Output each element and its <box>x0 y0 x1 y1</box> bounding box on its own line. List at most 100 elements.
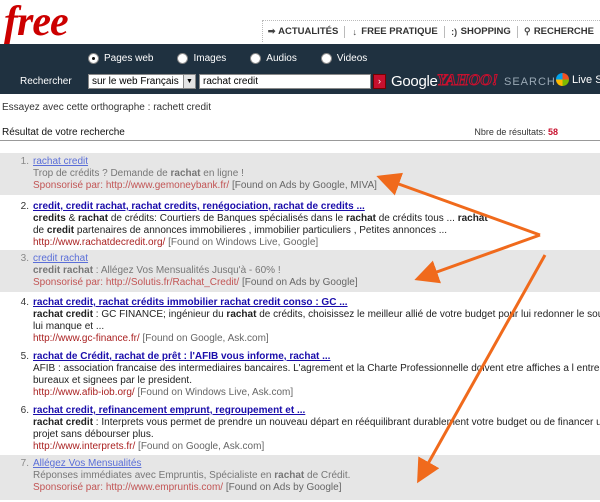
nav-divider <box>443 25 445 38</box>
result-number: 3. <box>20 253 29 264</box>
scope-value: sur le web Français <box>92 76 179 87</box>
result-meta: http://www.gc-finance.fr/ [Found on Goog… <box>33 333 600 345</box>
nav-label: FREE PRATIQUE <box>361 26 438 37</box>
nav-recherche[interactable]: ⚲ RECHERCHE <box>523 26 594 37</box>
nav-actualites[interactable]: ➡ ACTUALITÉS <box>267 26 338 37</box>
result-snippet: AFIB : association francaise des interme… <box>33 363 600 374</box>
result-source: [Found on Ads by Google] <box>225 482 342 493</box>
radio-dot-selected[interactable] <box>88 53 99 64</box>
result-url[interactable]: http://www.gc-finance.fr/ <box>33 333 140 344</box>
nav-free-pratique[interactable]: ↓ FREE PRATIQUE <box>350 26 438 37</box>
result-url[interactable]: Sponsorisé par: http://www.empruntis.com… <box>33 482 223 493</box>
result-number: 6. <box>20 405 29 416</box>
result-title-link[interactable]: credit rachat <box>33 253 600 265</box>
result-meta: Sponsorisé par: http://Solutis.fr/Rachat… <box>33 277 600 289</box>
nav-label: SHOPPING <box>460 26 511 37</box>
nav-shopping[interactable]: :) SHOPPING <box>450 26 511 37</box>
smiley-icon: :) <box>451 26 458 37</box>
search-input[interactable]: rachat credit <box>199 74 371 89</box>
search-type-radios: Pages web Images Audios Videos <box>88 53 391 64</box>
result-item: 7. Allégez Vos Mensualités Réponses immé… <box>0 455 600 500</box>
result-item: 1. rachat credit Trop de crédits ? Deman… <box>0 153 600 195</box>
result-title-link[interactable]: Allégez Vos Mensualités <box>33 458 600 470</box>
result-url[interactable]: Sponsorisé par: http://www.gemoneybank.f… <box>33 180 229 191</box>
result-snippet: Réponses immédiates avec Empruntis, Spéc… <box>33 470 351 481</box>
results-title: Résultat de votre recherche <box>2 127 125 138</box>
result-meta: Sponsorisé par: http://www.empruntis.com… <box>33 482 600 494</box>
radio-pages-web[interactable]: Pages web <box>88 53 153 64</box>
result-meta: http://www.rachatdecredit.org/ [Found on… <box>33 237 600 249</box>
result-url[interactable]: http://www.rachatdecredit.org/ <box>33 237 165 248</box>
search-label: Rechercher <box>20 76 72 87</box>
result-title-link[interactable]: rachat credit <box>33 156 600 168</box>
google-logo[interactable]: Google <box>391 73 438 90</box>
results-count: Nbre de résultats: 58 <box>474 127 558 137</box>
pin-icon: ⚲ <box>524 26 531 36</box>
result-source: [Found on Ads by Google, MIVA] <box>232 180 377 191</box>
results-count-value: 58 <box>547 127 558 137</box>
chevron-down-icon[interactable]: ▼ <box>183 75 195 88</box>
result-number: 4. <box>20 297 29 308</box>
result-item: 3. credit rachat credit rachat : Allégez… <box>0 250 600 292</box>
result-number: 7. <box>20 458 29 469</box>
result-url[interactable]: http://www.afib-iob.org/ <box>33 387 135 398</box>
result-source: [Found on Windows Live, Google] <box>168 237 319 248</box>
results-count-label: Nbre de résultats: <box>474 127 546 137</box>
result-snippet: rachat credit : Interprets vous permet d… <box>33 417 600 428</box>
free-logo[interactable]: free <box>4 0 69 46</box>
result-source: [Found on Google, Ask.com] <box>138 441 265 452</box>
result-source: [Found on Ads by Google] <box>242 277 358 288</box>
nav-divider <box>344 25 346 38</box>
result-snippet: bureaux et signees par le president. <box>33 375 192 386</box>
result-snippet: credit rachat : Allégez Vos Mensualités … <box>33 265 281 276</box>
radio-dot[interactable] <box>250 53 262 64</box>
radio-images[interactable]: Images <box>177 53 226 64</box>
nav-label: RECHERCHE <box>533 26 594 37</box>
result-snippet: lui manque et ... <box>33 321 105 332</box>
nav-divider <box>516 25 518 38</box>
result-snippet: Trop de crédits ? Demande de rachat en l… <box>33 168 244 179</box>
result-body: credit rachat credit rachat : Allégez Vo… <box>33 253 600 289</box>
result-url[interactable]: http://www.interprets.fr/ <box>33 441 135 452</box>
arrow-down-icon: ↓ <box>352 26 358 37</box>
result-body: rachat credit Trop de crédits ? Demande … <box>33 156 600 192</box>
live-label: Live Se <box>572 73 600 86</box>
search-go-button[interactable]: › <box>373 74 386 89</box>
radio-videos[interactable]: Videos <box>320 53 368 64</box>
result-item: 4. rachat credit, rachat crédits immobil… <box>0 294 600 346</box>
result-title-link[interactable]: rachat credit, rachat crédits immobilier… <box>33 297 600 309</box>
header: free ➡ ACTUALITÉS ↓ FREE PRATIQUE :) SHO… <box>0 0 600 46</box>
radio-dot[interactable] <box>320 53 332 64</box>
result-snippet: rachat credit : GC FINANCE; ingénieur du… <box>33 309 600 320</box>
result-body: rachat credit, rachat crédits immobilier… <box>33 297 600 345</box>
result-snippet: credits & rachat de crédits: Courtiers d… <box>33 213 488 224</box>
result-snippet: de credit partenaires de annonces immobi… <box>33 225 448 236</box>
result-body: rachat de Crédit, rachat de prêt : l'AFI… <box>33 351 600 399</box>
radio-audios[interactable]: Audios <box>250 53 297 64</box>
result-title-link[interactable]: credit, credit rachat, rachat credits, r… <box>33 201 600 213</box>
result-title-link[interactable]: rachat credit, refinancement emprunt, re… <box>33 405 600 417</box>
search-bar: Pages web Images Audios Videos Recherche… <box>0 44 600 94</box>
result-body: credit, credit rachat, rachat credits, r… <box>33 201 600 249</box>
arrow-right-icon: ➡ <box>267 26 276 36</box>
result-body: Allégez Vos Mensualités Réponses immédia… <box>33 458 600 494</box>
scope-select[interactable]: sur le web Français ▼ <box>88 74 196 89</box>
result-meta: Sponsorisé par: http://www.gemoneybank.f… <box>33 180 600 192</box>
result-source: [Found on Windows Live, Ask.com] <box>137 387 294 398</box>
result-source: [Found on Google, Ask.com] <box>142 333 269 344</box>
radio-dot[interactable] <box>177 53 189 64</box>
nav-label: ACTUALITÉS <box>278 26 339 37</box>
result-body: rachat credit, refinancement emprunt, re… <box>33 405 600 453</box>
radio-label: Videos <box>336 53 368 64</box>
spelling-suggestion[interactable]: Essayez avec cette orthographe : rachett… <box>2 102 211 113</box>
result-item: 5. rachat de Crédit, rachat de prêt : l'… <box>0 348 600 400</box>
top-nav: ➡ ACTUALITÉS ↓ FREE PRATIQUE :) SHOPPING… <box>262 20 600 42</box>
result-url[interactable]: Sponsorisé par: http://Solutis.fr/Rachat… <box>33 277 239 288</box>
live-search-logo[interactable]: Live Se <box>556 73 600 86</box>
result-title-link[interactable]: rachat de Crédit, rachat de prêt : l'AFI… <box>33 351 600 363</box>
yahoo-search-label: SEARCH <box>504 76 556 88</box>
result-meta: http://www.interprets.fr/ [Found on Goog… <box>33 441 600 453</box>
yahoo-logo[interactable]: YAHOO! <box>436 72 498 90</box>
result-number: 2. <box>20 201 29 212</box>
result-meta: http://www.afib-iob.org/ [Found on Windo… <box>33 387 600 399</box>
